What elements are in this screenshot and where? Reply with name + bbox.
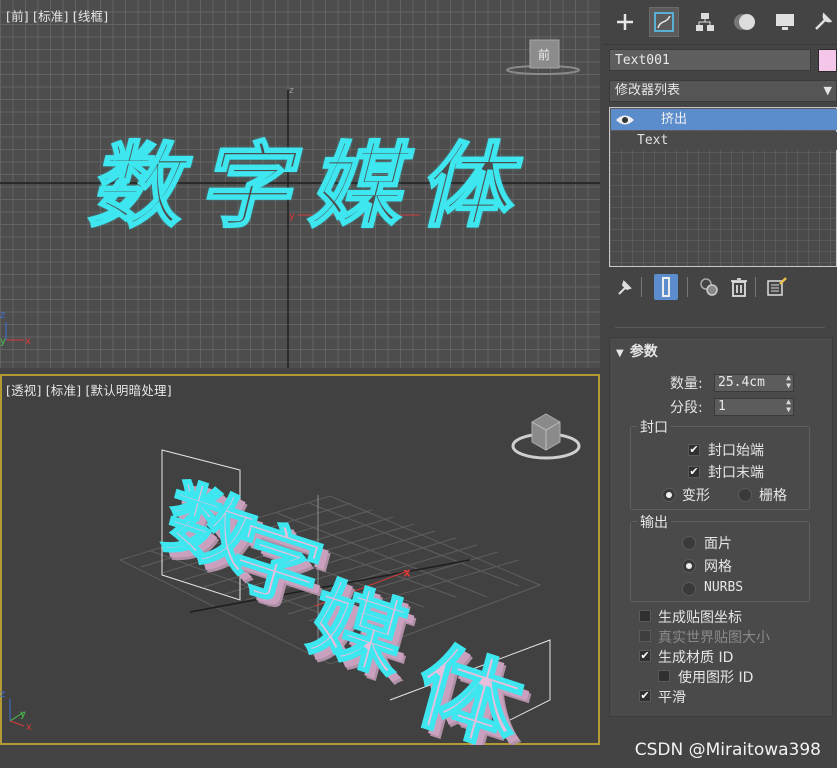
display-icon (776, 14, 794, 30)
pin-stack-button[interactable] (613, 274, 637, 300)
nurbs-label: NURBS (704, 580, 744, 595)
modify-tab[interactable] (649, 7, 679, 37)
patch-radio[interactable] (682, 536, 696, 550)
smooth-checkbox[interactable]: ✔ (639, 690, 651, 702)
configure-sets-icon (767, 277, 787, 296)
real-world-checkbox[interactable] (639, 630, 651, 642)
patch-label: 面片 (704, 536, 732, 552)
display-tab[interactable] (771, 8, 799, 36)
stack-item-extrude[interactable]: 挤出 (611, 109, 837, 130)
segments-value: 1 (718, 399, 726, 414)
motion-icon (734, 14, 755, 30)
modifier-list-label: 修改器列表 (615, 83, 681, 98)
trash-icon (731, 278, 747, 297)
mesh-radio[interactable] (682, 559, 696, 573)
grid-radio[interactable] (738, 488, 752, 502)
modifier-list-dropdown[interactable]: 修改器列表 ▼ (609, 80, 837, 102)
svg-text:z: z (289, 86, 294, 96)
capping-group: 封口 ✔ 封口始端 ✔ 封口末端 变形 栅格 (630, 417, 810, 510)
morph-label: 变形 (682, 488, 710, 504)
amount-spinner[interactable]: 25.4cm ▲ ▼ (714, 374, 794, 392)
utilities-icon (815, 12, 833, 30)
svg-text:y: y (0, 336, 6, 347)
output-group: 输出 面片 网格 NURBS (630, 512, 810, 602)
command-panel-tabs (603, 0, 837, 45)
svg-text:z: z (0, 689, 5, 700)
create-icon (617, 14, 633, 30)
watermark: CSDN @Miraitowa398 (634, 740, 821, 760)
modify-icon (654, 12, 674, 32)
front-text-shape[interactable]: 数字媒体 (87, 135, 528, 238)
segments-spinner[interactable]: 1 ▲ ▼ (714, 398, 794, 416)
mesh-label: 网格 (704, 559, 732, 575)
use-shape-ids-checkbox[interactable] (658, 670, 670, 682)
nurbs-radio[interactable] (682, 582, 696, 596)
make-unique-icon (700, 278, 718, 296)
svg-text:y: y (20, 709, 26, 720)
stack-toolbar (609, 272, 837, 302)
perspective-viewcube[interactable] (508, 404, 583, 464)
svg-text:x: x (26, 722, 32, 733)
panel-splitter[interactable] (615, 327, 825, 328)
real-world-label: 真实世界贴图大小 (658, 630, 770, 646)
eye-icon[interactable] (615, 113, 635, 127)
perspective-viewport[interactable]: [透视] [标准] [默认明暗处理] x z y x 数 字 媒 体 (0, 374, 600, 745)
spinner-arrows-icon: ▲ ▼ (786, 373, 791, 390)
segments-label: 分段: (670, 400, 703, 416)
amount-value: 25.4cm (718, 375, 765, 390)
spinner-arrows-icon: ▲ ▼ (786, 397, 791, 414)
pin-icon (618, 280, 632, 295)
viewcube-label: 前 (538, 48, 551, 62)
remove-modifier-button[interactable] (727, 274, 751, 300)
configure-modifier-sets-button[interactable] (765, 274, 789, 300)
object-name-field[interactable]: Text001 (609, 49, 811, 71)
output-group-title: 输出 (637, 512, 671, 532)
show-end-result-icon (662, 277, 670, 297)
use-shape-ids-label: 使用图形 ID (678, 670, 754, 686)
make-unique-button[interactable] (697, 274, 721, 300)
object-color-swatch[interactable] (818, 49, 837, 72)
gen-mapping-label: 生成贴图坐标 (658, 610, 742, 626)
parameters-title-label: 参数 (629, 344, 658, 360)
stack-item-extrude-label: 挤出 (661, 112, 688, 127)
gen-mapping-checkbox[interactable] (639, 610, 651, 622)
capping-group-title: 封口 (637, 417, 671, 437)
collapse-arrow-icon: ▼ (616, 348, 624, 359)
cap-end-checkbox[interactable]: ✔ (688, 466, 700, 478)
svg-text:z: z (0, 310, 5, 321)
viewcube[interactable]: 前 (505, 38, 580, 78)
command-panel: Text001 修改器列表 ▼ 挤出 Text ▼ 参数 数量: 25.4cm … (603, 0, 837, 768)
motion-tab[interactable] (731, 8, 759, 36)
gen-matid-label: 生成材质 ID (658, 650, 734, 666)
smooth-label: 平滑 (658, 690, 686, 706)
cap-end-label: 封口末端 (708, 465, 764, 481)
amount-label: 数量: (670, 376, 703, 392)
stack-item-text[interactable]: Text (611, 132, 837, 150)
hierarchy-icon (696, 13, 714, 31)
dropdown-arrow-icon: ▼ (823, 84, 832, 97)
show-end-result-button[interactable] (654, 274, 678, 300)
morph-radio[interactable] (662, 488, 676, 502)
modifier-stack[interactable]: 挤出 Text (609, 107, 837, 267)
front-viewport[interactable]: [前] [标准] [线框] z y x z y 前 数字媒体 (0, 0, 600, 368)
parameters-rollout: ▼ 参数 数量: 25.4cm ▲ ▼ 分段: 1 ▲ ▼ 封口 ✔ 封口始端 ✔ 封… (609, 337, 833, 717)
gen-matid-checkbox[interactable]: ✔ (639, 650, 651, 662)
svg-text:x: x (25, 336, 31, 347)
cap-start-checkbox[interactable]: ✔ (688, 444, 700, 456)
create-tab[interactable] (611, 8, 639, 36)
stack-item-text-label: Text (637, 133, 669, 148)
parameters-rollout-title[interactable]: ▼ 参数 (616, 341, 658, 361)
utilities-tab[interactable] (809, 8, 837, 36)
grid-label: 栅格 (759, 488, 787, 504)
svg-text:x: x (404, 568, 410, 579)
cap-start-label: 封口始端 (708, 443, 764, 459)
hierarchy-tab[interactable] (691, 8, 719, 36)
